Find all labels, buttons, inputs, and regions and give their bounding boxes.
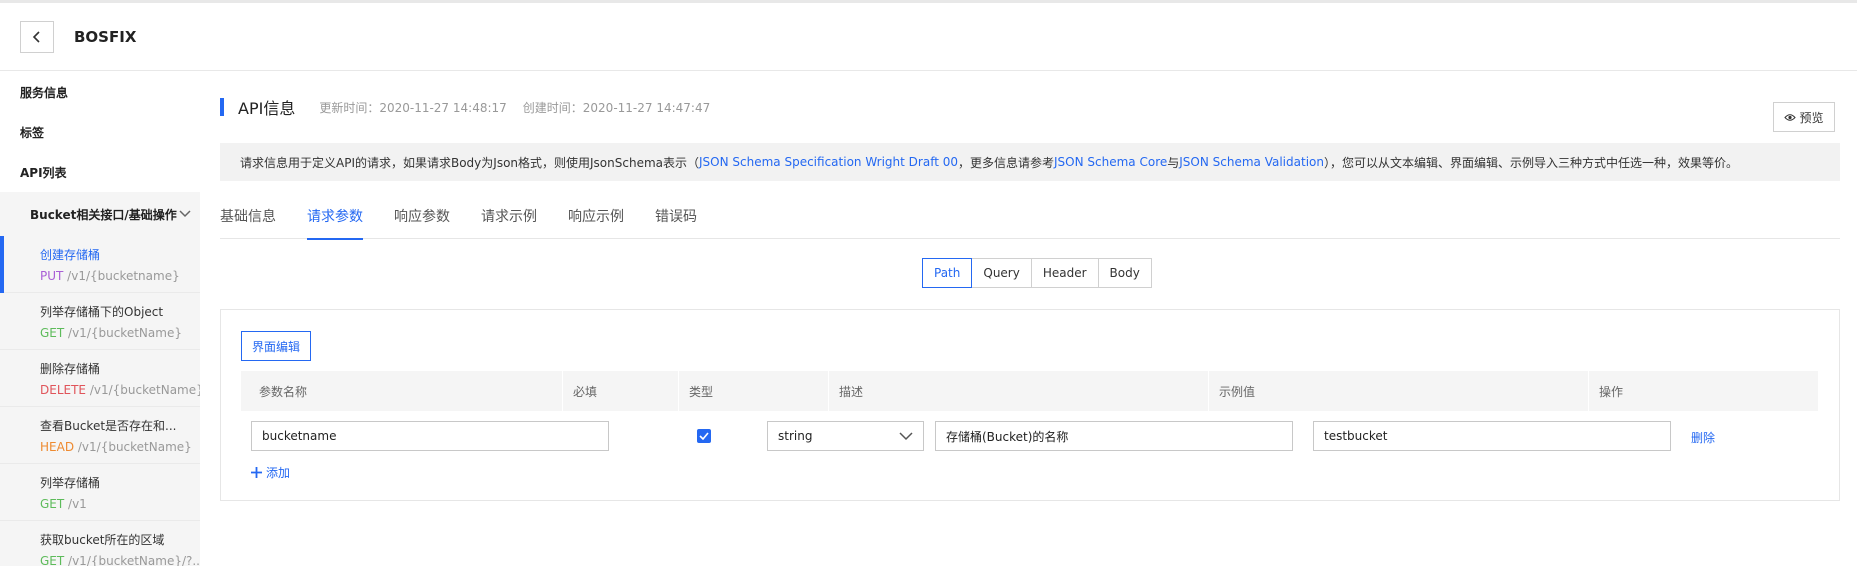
- ui-edit-button[interactable]: 界面编辑: [241, 331, 311, 361]
- segment-query[interactable]: Query: [971, 258, 1032, 288]
- created-time: 创建时间：2020-11-27 14:47:47: [522, 100, 711, 115]
- api-item-method: DELETE: [40, 383, 87, 397]
- segment-path[interactable]: Path: [922, 258, 973, 288]
- api-item-path: /v1: [64, 497, 87, 511]
- type-select[interactable]: string: [767, 421, 924, 451]
- api-item-path: /v1/{bucketName}: [64, 326, 182, 340]
- api-item-method: GET: [40, 554, 65, 566]
- tab-error-codes[interactable]: 错误码: [655, 192, 697, 239]
- required-checkbox[interactable]: [697, 429, 711, 443]
- preview-button[interactable]: 预览: [1773, 102, 1835, 132]
- col-required: 必填: [563, 371, 679, 411]
- chevron-left-icon: [32, 30, 40, 43]
- notice-link-core[interactable]: JSON Schema Core: [1054, 155, 1167, 169]
- chevron-down-icon: [899, 431, 913, 440]
- delete-row-link[interactable]: 删除: [1691, 429, 1715, 446]
- sidebar-api-item[interactable]: 列举存储桶 GET /v1: [0, 464, 200, 521]
- col-param-name: 参数名称: [241, 371, 563, 411]
- segment-header[interactable]: Header: [1030, 258, 1099, 288]
- preview-label: 预览: [1799, 110, 1824, 125]
- api-item-method: HEAD: [40, 440, 75, 454]
- table-row: bucketname string 存储桶(Bucket)的名称 testbuc…: [241, 419, 1819, 455]
- notice-link-spec[interactable]: JSON Schema Specification Wright Draft 0…: [699, 155, 958, 169]
- tab-response-example[interactable]: 响应示例: [568, 192, 624, 239]
- param-location-switch: Path Query Header Body: [922, 258, 1152, 288]
- tab-basic-info[interactable]: 基础信息: [220, 192, 276, 239]
- sidebar-group-bucket[interactable]: Bucket相关接口/基础操作: [0, 192, 200, 236]
- api-item-name: 获取bucket所在的区域: [40, 533, 165, 547]
- info-notice: 请求信息用于定义API的请求，如果请求Body为Json格式，则使用JsonSc…: [220, 143, 1840, 181]
- check-icon: [699, 432, 709, 440]
- api-header: API信息 更新时间：2020-11-27 14:48:17 创建时间：2020…: [220, 98, 726, 118]
- page-header: BOSFIX: [0, 3, 1857, 71]
- notice-link-validation[interactable]: JSON Schema Validation: [1179, 155, 1324, 169]
- param-table-header: 参数名称 必填 类型 描述 示例值 操作: [241, 371, 1819, 411]
- api-item-path: /v1/{bucketName}/?...: [64, 554, 200, 566]
- sidebar: 服务信息 标签 API列表 Bucket相关接口/基础操作 创建存储桶 PUT …: [0, 72, 200, 566]
- col-example: 示例值: [1209, 371, 1589, 411]
- page-title: API信息: [238, 99, 296, 118]
- description-input[interactable]: 存储桶(Bucket)的名称: [935, 421, 1293, 451]
- eye-icon: [1784, 113, 1797, 121]
- api-item-name: 删除存储桶: [40, 362, 101, 376]
- col-type: 类型: [679, 371, 829, 411]
- add-label: 添加: [266, 466, 291, 480]
- col-description: 描述: [829, 371, 1209, 411]
- sidebar-api-item[interactable]: 获取bucket所在的区域 GET /v1/{bucketName}/?...: [0, 521, 200, 566]
- api-item-name: 列举存储桶下的Object: [40, 305, 164, 319]
- type-select-value: string: [778, 429, 813, 443]
- title-accent-bar: [220, 98, 224, 116]
- plus-icon: [251, 467, 262, 478]
- sidebar-api-item[interactable]: 删除存储桶 DELETE /v1/{bucketName}: [0, 350, 200, 407]
- notice-text: ），您可以从文本编辑、界面编辑、示例导入三种方式中任选一种，效果等价。: [1323, 155, 1738, 170]
- api-item-name: 查看Bucket是否存在和...: [40, 419, 177, 433]
- chevron-down-icon: [179, 210, 191, 218]
- api-item-method: PUT: [40, 269, 64, 283]
- api-item-path: /v1/{bucketName}: [86, 383, 200, 397]
- api-item-name: 列举存储桶: [40, 476, 101, 490]
- sidebar-item-api-list[interactable]: API列表: [0, 152, 200, 192]
- notice-text: 与: [1167, 155, 1180, 170]
- main-content: API信息 更新时间：2020-11-27 14:48:17 创建时间：2020…: [220, 72, 1840, 566]
- api-item-method: GET: [40, 326, 65, 340]
- sidebar-api-item[interactable]: 查看Bucket是否存在和... HEAD /v1/{bucketName}: [0, 407, 200, 464]
- api-item-method: GET: [40, 497, 65, 511]
- back-button[interactable]: [20, 20, 54, 53]
- col-action: 操作: [1589, 371, 1819, 411]
- param-name-input[interactable]: bucketname: [251, 421, 609, 451]
- tab-request-params[interactable]: 请求参数: [307, 192, 363, 240]
- sidebar-group-label: Bucket相关接口/基础操作: [30, 207, 177, 222]
- segment-body[interactable]: Body: [1097, 258, 1152, 288]
- api-item-path: /v1/{bucketname}: [63, 269, 180, 283]
- api-item-path: /v1/{bucketName}: [74, 440, 192, 454]
- notice-text: 请求信息用于定义API的请求，如果请求Body为Json格式，则使用JsonSc…: [240, 155, 700, 170]
- add-param-link[interactable]: 添加: [251, 464, 290, 481]
- notice-text: ，更多信息请参考: [958, 155, 1055, 170]
- sidebar-item-service-info[interactable]: 服务信息: [0, 72, 200, 112]
- tab-bar: 基础信息 请求参数 响应参数 请求示例 响应示例 错误码: [220, 192, 1840, 240]
- param-editor-panel: 界面编辑 参数名称 必填 类型 描述 示例值 操作 bucketname str…: [220, 309, 1840, 501]
- tab-request-example[interactable]: 请求示例: [481, 192, 537, 239]
- app-title: BOSFIX: [74, 27, 137, 46]
- example-input[interactable]: testbucket: [1313, 421, 1671, 451]
- tab-response-params[interactable]: 响应参数: [394, 192, 450, 239]
- api-item-name: 创建存储桶: [40, 248, 101, 262]
- sidebar-api-item[interactable]: 创建存储桶 PUT /v1/{bucketname}: [0, 236, 200, 293]
- sidebar-item-tags[interactable]: 标签: [0, 112, 200, 152]
- sidebar-api-item[interactable]: 列举存储桶下的Object GET /v1/{bucketName}: [0, 293, 200, 350]
- updated-time: 更新时间：2020-11-27 14:48:17: [319, 100, 507, 115]
